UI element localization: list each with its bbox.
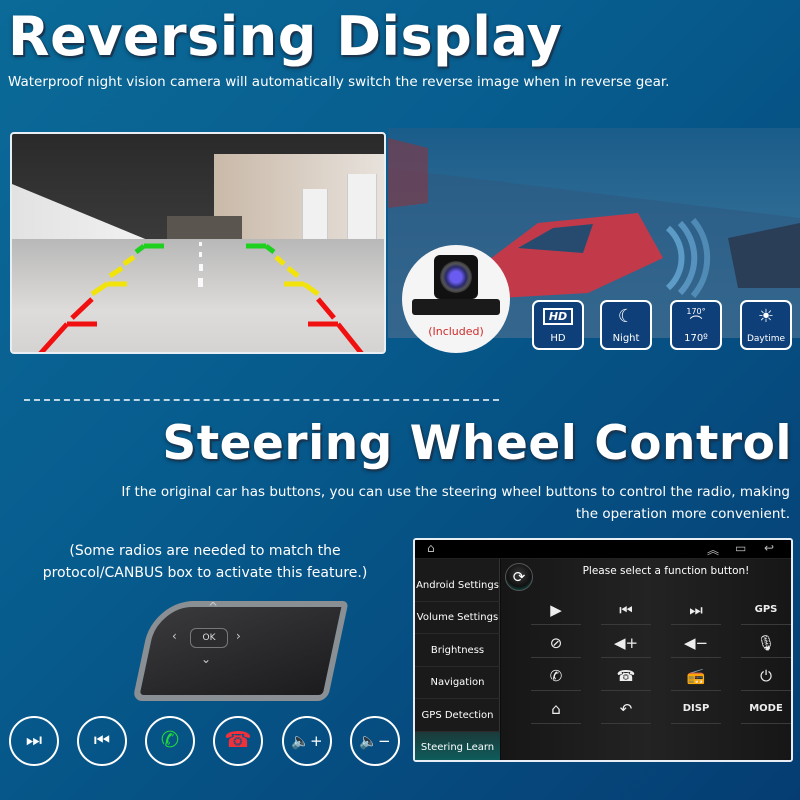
play-icon[interactable]: ▶ <box>531 597 581 625</box>
sun-icon: ☀ <box>757 306 775 327</box>
section-divider <box>24 399 499 401</box>
refresh-button[interactable]: ⟳ <box>505 563 533 591</box>
hd-icon: HD <box>542 308 574 325</box>
wheel-left-arrow-icon: ‹ <box>172 629 177 643</box>
volume-down-icon[interactable]: ◀− <box>671 630 721 658</box>
next-icon[interactable]: ⏭ <box>671 597 721 625</box>
wheel-up-arrow-icon: ^ <box>208 600 219 614</box>
canbus-note: (Some radios are needed to match the pro… <box>42 543 368 581</box>
sidebar-item-volume-settings[interactable]: Volume Settings <box>415 602 500 634</box>
guide-line-near <box>336 322 364 352</box>
steering-control-pad <box>132 601 349 701</box>
guide-line-mid <box>108 265 124 279</box>
reverse-camera-view-image <box>10 132 386 354</box>
function-prompt: Please select a function button! <box>582 565 750 577</box>
guide-line-near <box>70 297 94 320</box>
parking-guide-lines <box>38 242 364 352</box>
guide-line-near <box>316 297 336 320</box>
lane-dash <box>198 278 203 287</box>
feature-badge-night: ☾ Night <box>600 300 652 350</box>
back-icon[interactable]: ↶ <box>601 696 651 724</box>
steering-subtitle-line2: the operation more convenient. <box>575 506 790 522</box>
camera-mount-plate <box>412 299 500 315</box>
hang-up-icon[interactable]: ☎ <box>601 663 651 691</box>
lane-dash <box>199 242 202 246</box>
round-button-next: ⏭ <box>9 716 59 766</box>
wheel-down-arrow-icon: ⌄ <box>201 652 212 666</box>
answer-call-icon: ✆ <box>160 728 180 753</box>
back-nav-icon[interactable]: ↩ <box>764 541 774 555</box>
hang-up-icon: ☎ <box>224 728 252 753</box>
wheel-ok-button: OK <box>190 628 228 648</box>
settings-sidebar: Android Settings Volume Settings Brightn… <box>415 559 500 760</box>
guide-line-near <box>38 322 69 352</box>
next-track-icon: ⏭ <box>25 730 43 751</box>
mute-icon[interactable]: ⊘ <box>531 630 581 658</box>
power-icon[interactable]: ⏻ <box>741 663 791 691</box>
sidebar-item-brightness[interactable]: Brightness <box>415 635 500 667</box>
disp-button[interactable]: DISP <box>671 696 721 724</box>
home-icon[interactable]: ⌂ <box>531 696 581 724</box>
volume-up-icon[interactable]: ◀+ <box>601 630 651 658</box>
round-button-volume-down: 🔈− <box>350 716 400 766</box>
recent-apps-icon[interactable]: ▭ <box>735 541 746 555</box>
reversing-display-subtitle: Waterproof night vision camera will auto… <box>8 74 670 90</box>
guide-line-mid <box>286 266 300 278</box>
feature-badge-hd: HD HD <box>532 300 584 350</box>
sidebar-item-navigation[interactable]: Navigation <box>415 667 500 699</box>
reversing-display-title: Reversing Display <box>8 5 563 68</box>
radio-icon[interactable]: 📻 <box>671 663 721 691</box>
wheel-right-arrow-icon: › <box>236 629 241 643</box>
phone-icon[interactable]: ✆ <box>531 663 581 691</box>
feature-label: 170º <box>684 333 708 344</box>
round-button-hangup: ☎ <box>213 716 263 766</box>
steering-wheel-control-title: Steering Wheel Control <box>162 416 792 471</box>
angle-value: 170° <box>686 307 706 316</box>
round-button-previous: ⏮ <box>77 716 127 766</box>
feature-label: Daytime <box>746 334 786 344</box>
feature-badge-daytime: ☀ Daytime <box>740 300 792 350</box>
previous-icon[interactable]: ⏮ <box>601 597 651 625</box>
backup-camera-product: (Included) <box>402 245 510 353</box>
lane-dash <box>199 252 202 257</box>
volume-up-icon: 🔈+ <box>291 732 323 750</box>
round-button-volume-up: 🔈+ <box>282 716 332 766</box>
viewing-angle-icon: 170° ⌒ <box>686 307 706 331</box>
status-bar: ⌂ ︽ ▭ ↩ <box>415 540 791 559</box>
steering-subtitle-line1: If the original car has buttons, you can… <box>121 484 790 500</box>
sidebar-item-steering-learn[interactable]: Steering Learn <box>415 732 500 760</box>
guide-line-mid <box>302 281 320 297</box>
feature-label: HD <box>550 333 566 344</box>
sidebar-item-gps-detection[interactable]: GPS Detection <box>415 700 500 732</box>
volume-down-icon: 🔈− <box>359 732 391 750</box>
moon-icon: ☾ <box>617 306 635 327</box>
camera-body <box>434 255 478 299</box>
gps-button[interactable]: GPS <box>741 597 791 625</box>
camera-included-label: (Included) <box>428 325 484 338</box>
round-button-answer: ✆ <box>145 716 195 766</box>
feature-badge-viewing-angle: 170° ⌒ 170º <box>670 300 722 350</box>
sidebar-item-android-settings[interactable]: Android Settings <box>415 570 500 602</box>
guide-line-far <box>134 244 146 254</box>
mode-button[interactable]: MODE <box>741 696 791 724</box>
steering-learn-panel: ⟳ Please select a function button! ▶ ⏮ ⏭ GP… <box>501 559 791 760</box>
head-unit-screen: ⌂ ︽ ▭ ↩ Android Settings Volume Settings… <box>413 538 793 762</box>
guide-line-mid <box>122 254 136 267</box>
guide-line-mid <box>274 255 286 266</box>
camera-lens-icon <box>440 261 472 293</box>
previous-track-icon: ⏮ <box>93 730 111 751</box>
expand-up-icon[interactable]: ︽ <box>707 541 719 558</box>
home-nav-icon[interactable]: ⌂ <box>427 541 435 555</box>
microphone-icon[interactable]: 🎙 <box>741 630 791 658</box>
guide-line-mid <box>90 281 109 297</box>
feature-label: Night <box>612 333 640 344</box>
guide-line-far <box>264 244 276 254</box>
lane-dash <box>199 264 203 271</box>
